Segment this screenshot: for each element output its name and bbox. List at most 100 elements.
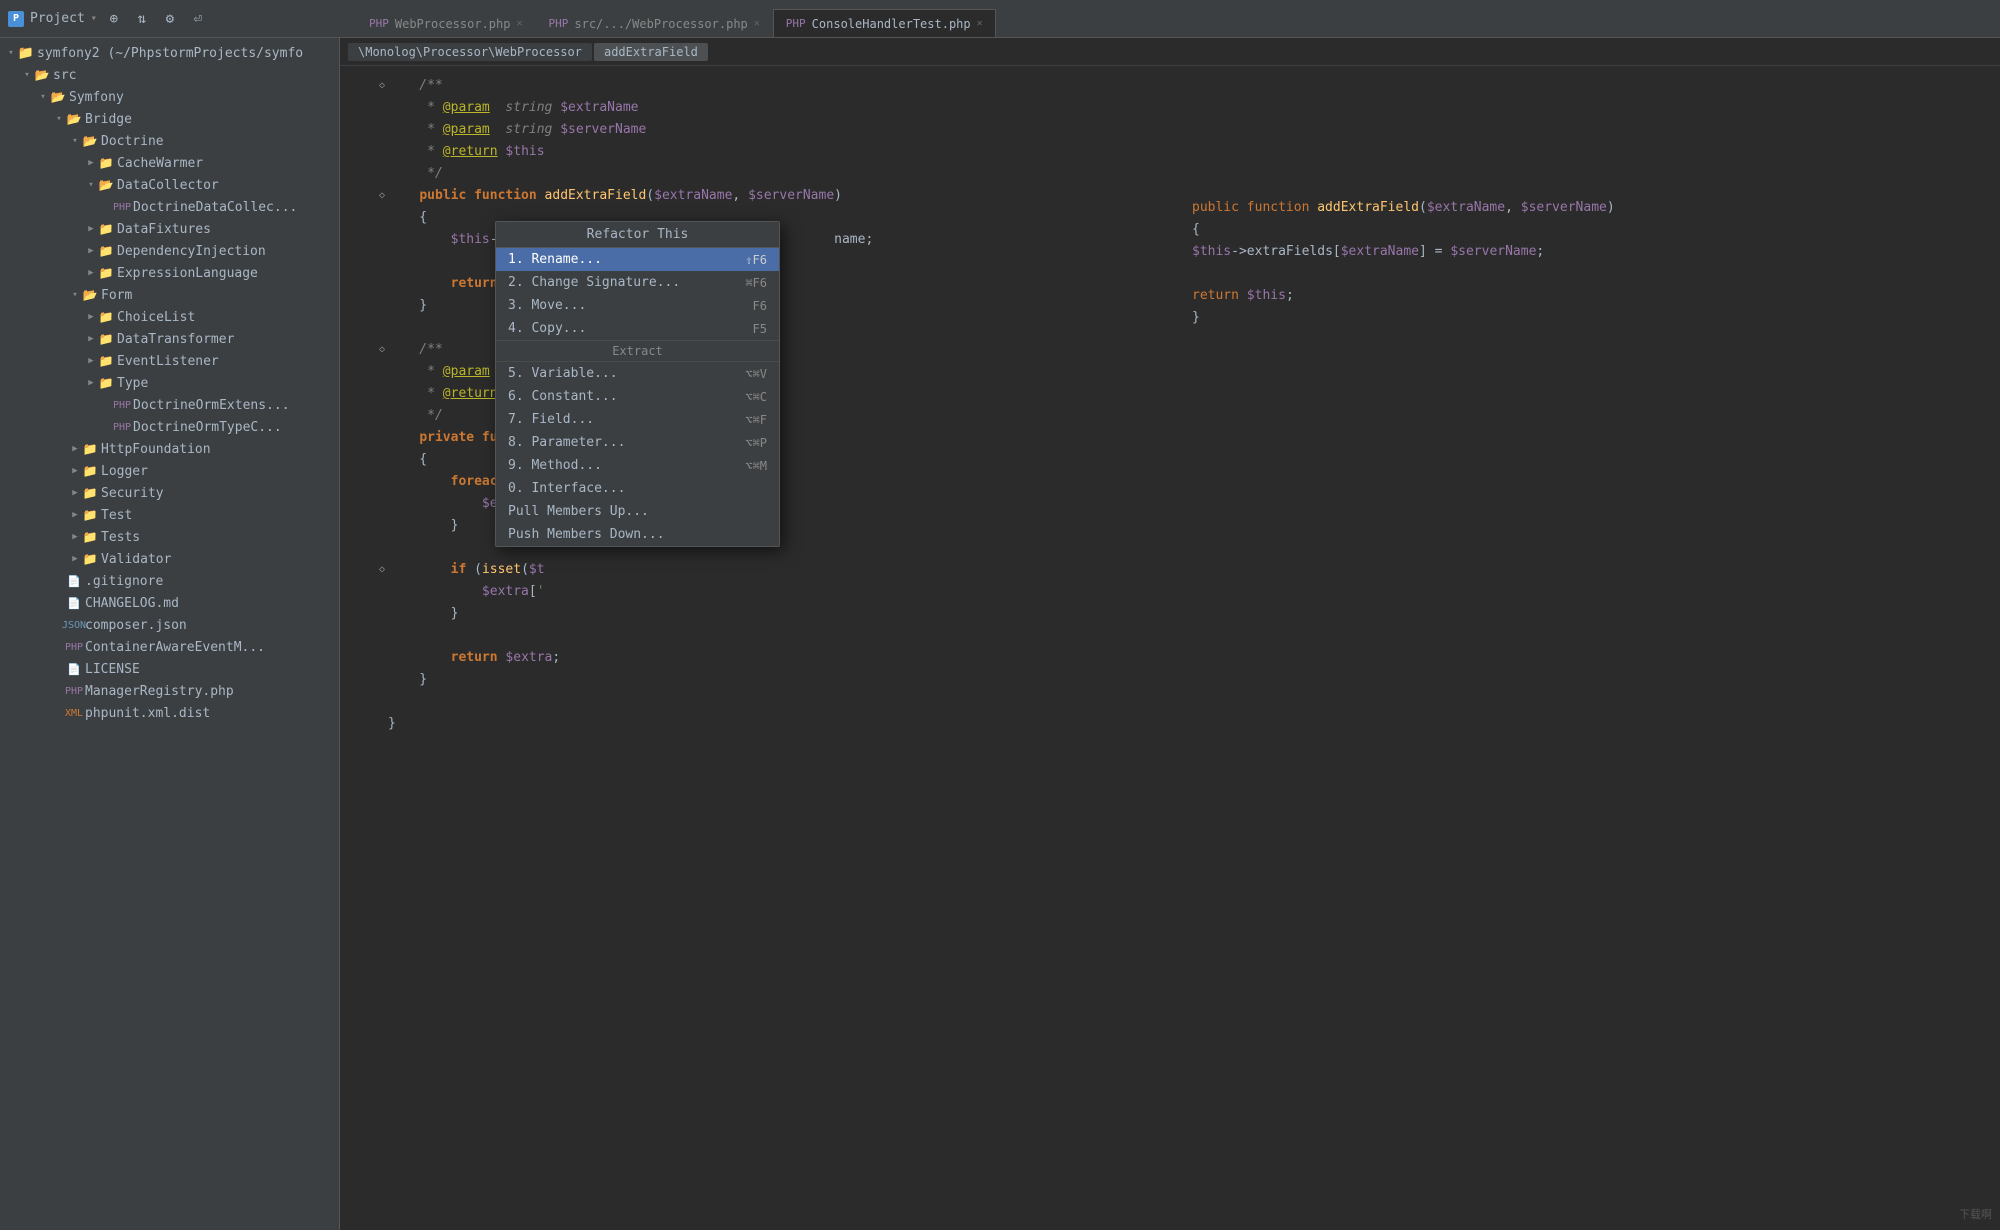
sidebar-item-composer[interactable]: JSON composer.json bbox=[0, 614, 339, 636]
popup-label-variable: 5. Variable... bbox=[508, 366, 618, 381]
folder-type-icon: 📁 bbox=[98, 375, 114, 391]
sidebar-label-doctrine: Doctrine bbox=[101, 134, 164, 149]
breadcrumb-segment-1[interactable]: \Monolog\Processor\WebProcessor bbox=[348, 43, 592, 61]
sidebar-item-src[interactable]: ▾ 📂 src bbox=[0, 64, 339, 86]
sidebar-label-test: Test bbox=[101, 508, 132, 523]
arrow-src: ▾ bbox=[20, 70, 34, 80]
popup-item-copy[interactable]: 4. Copy... F5 bbox=[496, 317, 779, 340]
sidebar-item-symfony2[interactable]: ▾ 📁 symfony2 (~/PhpstormProjects/symfo bbox=[0, 42, 339, 64]
sidebar-item-type[interactable]: ▶ 📁 Type bbox=[0, 372, 339, 394]
code-line-5: */ bbox=[340, 162, 2000, 184]
sidebar-item-cachewarmer[interactable]: ▶ 📁 CacheWarmer bbox=[0, 152, 339, 174]
popup-item-changesig[interactable]: 2. Change Signature... ⌘F6 bbox=[496, 271, 779, 294]
tab-close3[interactable]: ✕ bbox=[977, 18, 983, 29]
folder-datatransformer-icon: 📁 bbox=[98, 331, 114, 347]
sidebar-item-eventlistener[interactable]: ▶ 📁 EventListener bbox=[0, 350, 339, 372]
refactor-popup[interactable]: Refactor This 1. Rename... ⇧F6 2. Change… bbox=[495, 221, 780, 547]
sidebar-item-bridge[interactable]: ▾ 📂 Bridge bbox=[0, 108, 339, 130]
arrow-type: ▶ bbox=[84, 378, 98, 388]
popup-item-method[interactable]: 9. Method... ⌥⌘M bbox=[496, 454, 779, 477]
popup-item-parameter[interactable]: 8. Parameter... ⌥⌘P bbox=[496, 431, 779, 454]
popup-item-move[interactable]: 3. Move... F6 bbox=[496, 294, 779, 317]
folder-explang-icon: 📁 bbox=[98, 265, 114, 281]
sync-icon[interactable]: ⇅ bbox=[131, 8, 153, 30]
sidebar-item-logger[interactable]: ▶ 📁 Logger bbox=[0, 460, 339, 482]
breadcrumb-segment-2[interactable]: addExtraField bbox=[594, 43, 708, 61]
sidebar-item-doctrine[interactable]: ▾ 📂 Doctrine bbox=[0, 130, 339, 152]
file-phpunit-icon: XML bbox=[66, 705, 82, 721]
sidebar-item-datafixtures[interactable]: ▶ 📁 DataFixtures bbox=[0, 218, 339, 240]
sidebar-item-doctrineormtypec[interactable]: PHP DoctrineOrmTypeC... bbox=[0, 416, 339, 438]
sidebar-label-datatransformer: DataTransformer bbox=[117, 332, 234, 347]
sidebar-label-dotc: DoctrineOrmTypeC... bbox=[133, 420, 282, 435]
popup-item-field[interactable]: 7. Field... ⌥⌘F bbox=[496, 408, 779, 431]
watermark: 下载啊 bbox=[1959, 1206, 1992, 1222]
popup-label-pullup: Pull Members Up... bbox=[508, 504, 649, 519]
code-line-1: ◇ /** bbox=[340, 74, 2000, 96]
popup-label-changesig: 2. Change Signature... bbox=[508, 275, 680, 290]
tab-close[interactable]: ✕ bbox=[516, 18, 522, 29]
popup-item-rename[interactable]: 1. Rename... ⇧F6 bbox=[496, 248, 779, 271]
sidebar-label-changelog: CHANGELOG.md bbox=[85, 596, 179, 611]
sidebar-item-symfony[interactable]: ▾ 📂 Symfony bbox=[0, 86, 339, 108]
sidebar-label-containeraware: ContainerAwareEventM... bbox=[85, 640, 265, 655]
sidebar-label-managerregistry: ManagerRegistry.php bbox=[85, 684, 234, 699]
popup-title: Refactor This bbox=[496, 222, 779, 248]
folder-cachewarmer-icon: 📁 bbox=[98, 155, 114, 171]
sidebar-item-explang[interactable]: ▶ 📁 ExpressionLanguage bbox=[0, 262, 339, 284]
sidebar-item-security[interactable]: ▶ 📁 Security bbox=[0, 482, 339, 504]
sidebar-item-changelog[interactable]: 📄 CHANGELOG.md bbox=[0, 592, 339, 614]
php-icon3: PHP bbox=[786, 17, 806, 30]
sidebar-label-depinj: DependencyInjection bbox=[117, 244, 266, 259]
sidebar-item-form[interactable]: ▾ 📂 Form bbox=[0, 284, 339, 306]
popup-shortcut-field: ⌥⌘F bbox=[745, 413, 767, 427]
sidebar-item-managerregistry[interactable]: PHP ManagerRegistry.php bbox=[0, 680, 339, 702]
sidebar-label-eventlistener: EventListener bbox=[117, 354, 219, 369]
sidebar-item-httpfoundation[interactable]: ▶ 📁 HttpFoundation bbox=[0, 438, 339, 460]
code-view[interactable]: ◇ /** * @param string $extraName * @para… bbox=[340, 66, 2000, 1230]
arrow-explang: ▶ bbox=[84, 268, 98, 278]
popup-shortcut-changesig: ⌘F6 bbox=[745, 276, 767, 290]
settings-icon[interactable]: ⚙ bbox=[159, 8, 181, 30]
sidebar-item-choicelist[interactable]: ▶ 📁 ChoiceList bbox=[0, 306, 339, 328]
popup-shortcut-copy: F5 bbox=[753, 322, 767, 336]
folder-src-icon: 📂 bbox=[34, 67, 50, 83]
tab-webprocessor2[interactable]: PHP src/.../WebProcessor.php ✕ bbox=[536, 9, 773, 37]
tab-label: WebProcessor.php bbox=[395, 17, 511, 31]
jump-icon[interactable]: ⏎ bbox=[187, 8, 209, 30]
sidebar-item-tests[interactable]: ▶ 📁 Tests bbox=[0, 526, 339, 548]
sidebar-item-datacollector[interactable]: ▾ 📂 DataCollector bbox=[0, 174, 339, 196]
sidebar-label-http: HttpFoundation bbox=[101, 442, 211, 457]
tab-webprocessor[interactable]: PHP WebProcessor.php ✕ bbox=[356, 9, 536, 37]
sidebar-item-validator[interactable]: ▶ 📁 Validator bbox=[0, 548, 339, 570]
sidebar-item-license[interactable]: 📄 LICENSE bbox=[0, 658, 339, 680]
code-line-4: * @return $this bbox=[340, 140, 2000, 162]
tab-close2[interactable]: ✕ bbox=[754, 18, 760, 29]
popup-item-pullup[interactable]: Pull Members Up... bbox=[496, 500, 779, 523]
popup-item-constant[interactable]: 6. Constant... ⌥⌘C bbox=[496, 385, 779, 408]
popup-item-interface[interactable]: 0. Interface... bbox=[496, 477, 779, 500]
add-icon[interactable]: ⊕ bbox=[103, 8, 125, 30]
code-line-27: return $extra; bbox=[340, 646, 2000, 668]
popup-item-variable[interactable]: 5. Variable... ⌥⌘V bbox=[496, 362, 779, 385]
file-composer-icon: JSON bbox=[66, 617, 82, 633]
sidebar-label-cachewarmer: CacheWarmer bbox=[117, 156, 203, 171]
sidebar-item-test[interactable]: ▶ 📁 Test bbox=[0, 504, 339, 526]
sidebar-item-phpunit[interactable]: XML phpunit.xml.dist bbox=[0, 702, 339, 724]
sidebar-item-doctrineormextens[interactable]: PHP DoctrineOrmExtens... bbox=[0, 394, 339, 416]
sidebar-item-datatransformer[interactable]: ▶ 📁 DataTransformer bbox=[0, 328, 339, 350]
sidebar-item-gitignore[interactable]: 📄 .gitignore bbox=[0, 570, 339, 592]
project-dropdown-arrow[interactable]: ▾ bbox=[91, 13, 97, 24]
project-icon: P bbox=[8, 11, 24, 27]
sidebar-label-explang: ExpressionLanguage bbox=[117, 266, 258, 281]
folder-datacollector-icon: 📂 bbox=[98, 177, 114, 193]
tab-consolehandler[interactable]: PHP ConsoleHandlerTest.php ✕ bbox=[773, 9, 996, 37]
sidebar-item-doctrinedatacollect[interactable]: PHP DoctrineDataCollec... bbox=[0, 196, 339, 218]
sidebar-item-containeraware[interactable]: PHP ContainerAwareEventM... bbox=[0, 636, 339, 658]
sidebar-label-validator: Validator bbox=[101, 552, 171, 567]
popup-item-pushdown[interactable]: Push Members Down... bbox=[496, 523, 779, 546]
sidebar-item-depinj[interactable]: ▶ 📁 DependencyInjection bbox=[0, 240, 339, 262]
arrow-depinj: ▶ bbox=[84, 246, 98, 256]
folder-logger-icon: 📁 bbox=[82, 463, 98, 479]
arrow-logger: ▶ bbox=[68, 466, 82, 476]
